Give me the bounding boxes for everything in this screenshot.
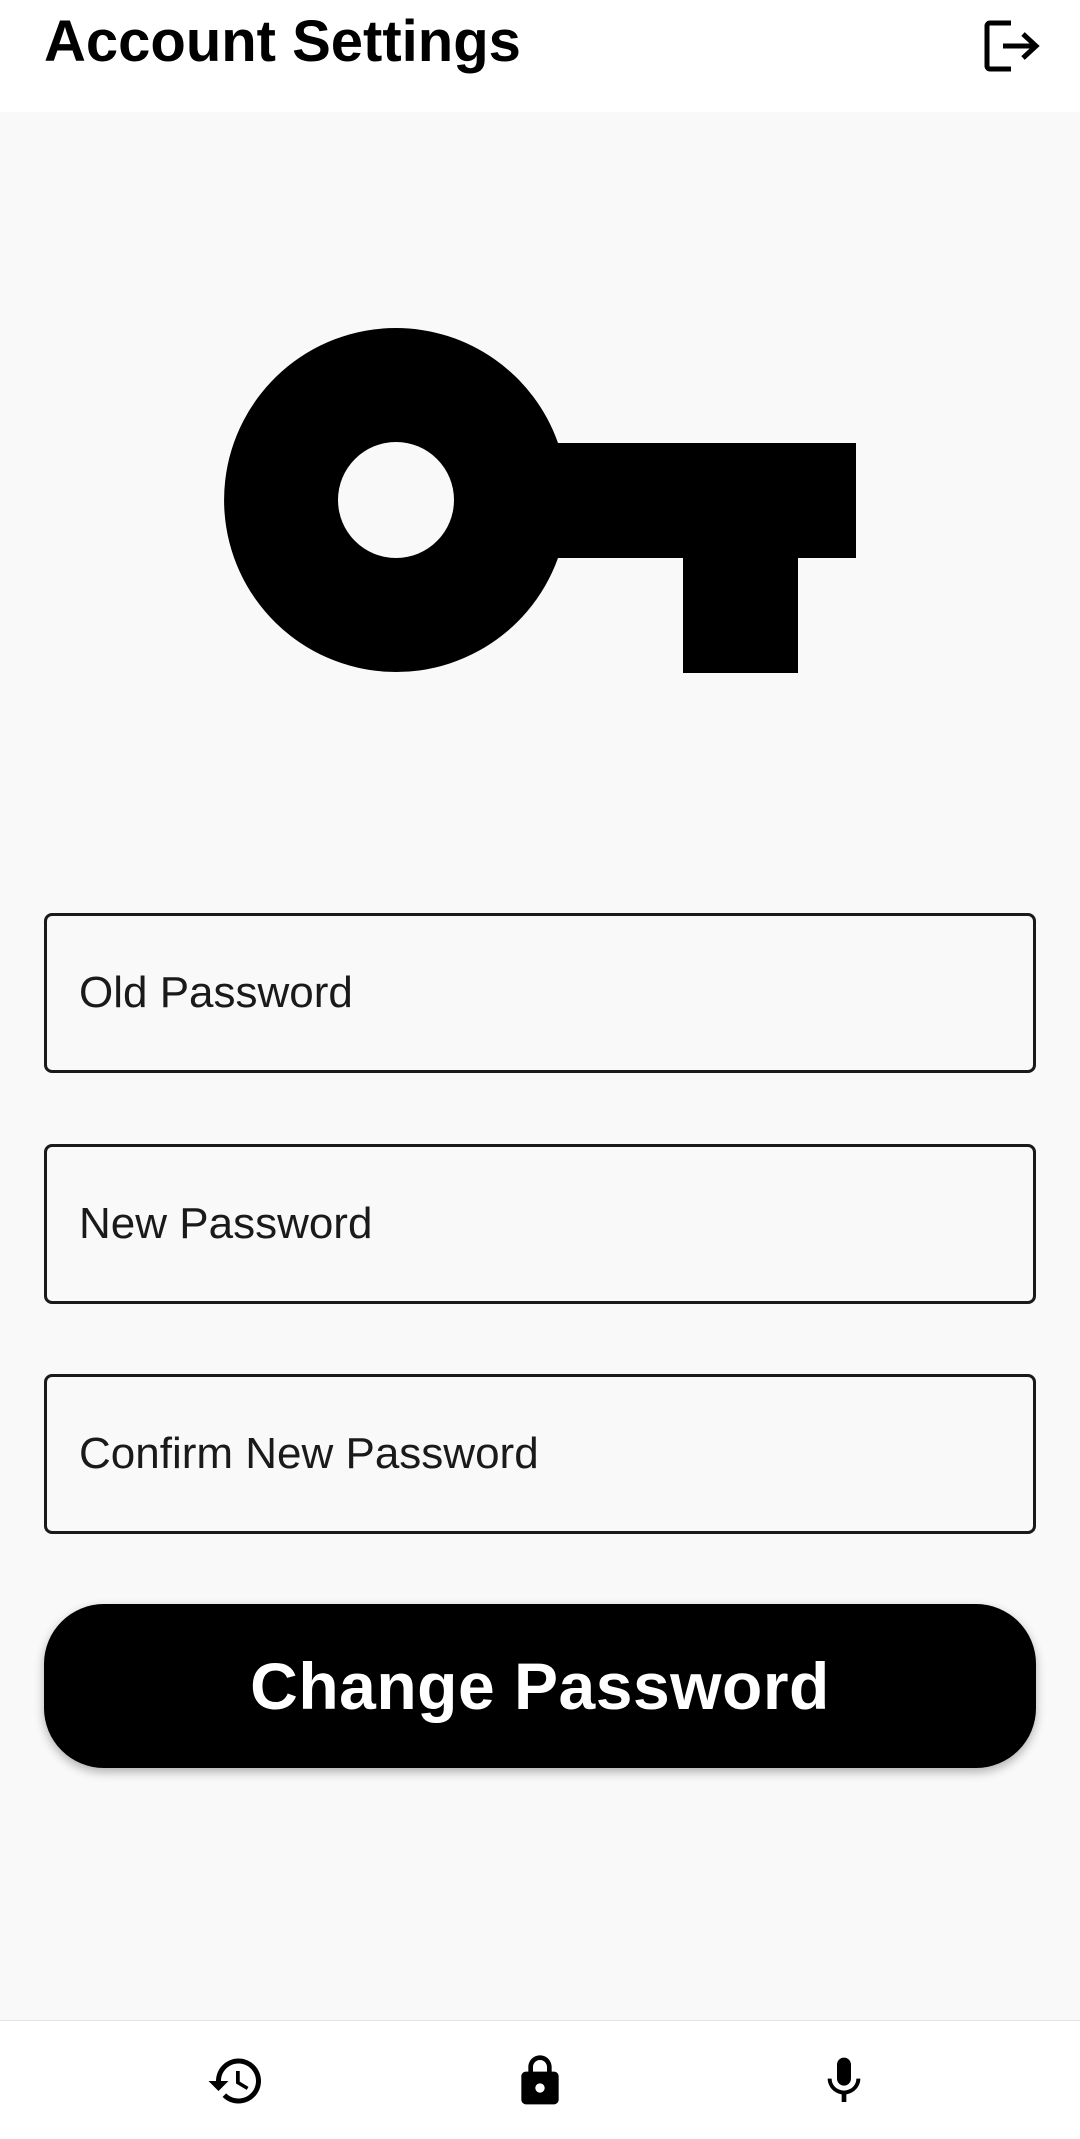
- app-bar: Account Settings: [0, 0, 1080, 112]
- confirm-password-field[interactable]: [44, 1374, 1036, 1534]
- nav-microphone[interactable]: [784, 2021, 904, 2139]
- key-icon: [224, 328, 856, 673]
- new-password-input[interactable]: [47, 1147, 1033, 1301]
- nav-lock[interactable]: [480, 2021, 600, 2139]
- change-password-label: Change Password: [250, 1649, 830, 1723]
- history-icon: [208, 2058, 261, 2103]
- new-password-field[interactable]: [44, 1144, 1036, 1304]
- nav-history[interactable]: [176, 2021, 296, 2139]
- logout-icon: [984, 20, 1040, 72]
- lock-icon: [521, 2054, 559, 2104]
- account-settings-screen: Account Settings Change Password: [0, 0, 1080, 2139]
- confirm-password-input[interactable]: [47, 1377, 1033, 1531]
- microphone-icon: [827, 2057, 861, 2102]
- bottom-navigation: [0, 2020, 1080, 2139]
- change-password-button[interactable]: Change Password: [44, 1604, 1036, 1768]
- page-title: Account Settings: [44, 9, 521, 74]
- old-password-field[interactable]: [44, 913, 1036, 1073]
- old-password-input[interactable]: [47, 916, 1033, 1070]
- logout-button[interactable]: [980, 14, 1044, 78]
